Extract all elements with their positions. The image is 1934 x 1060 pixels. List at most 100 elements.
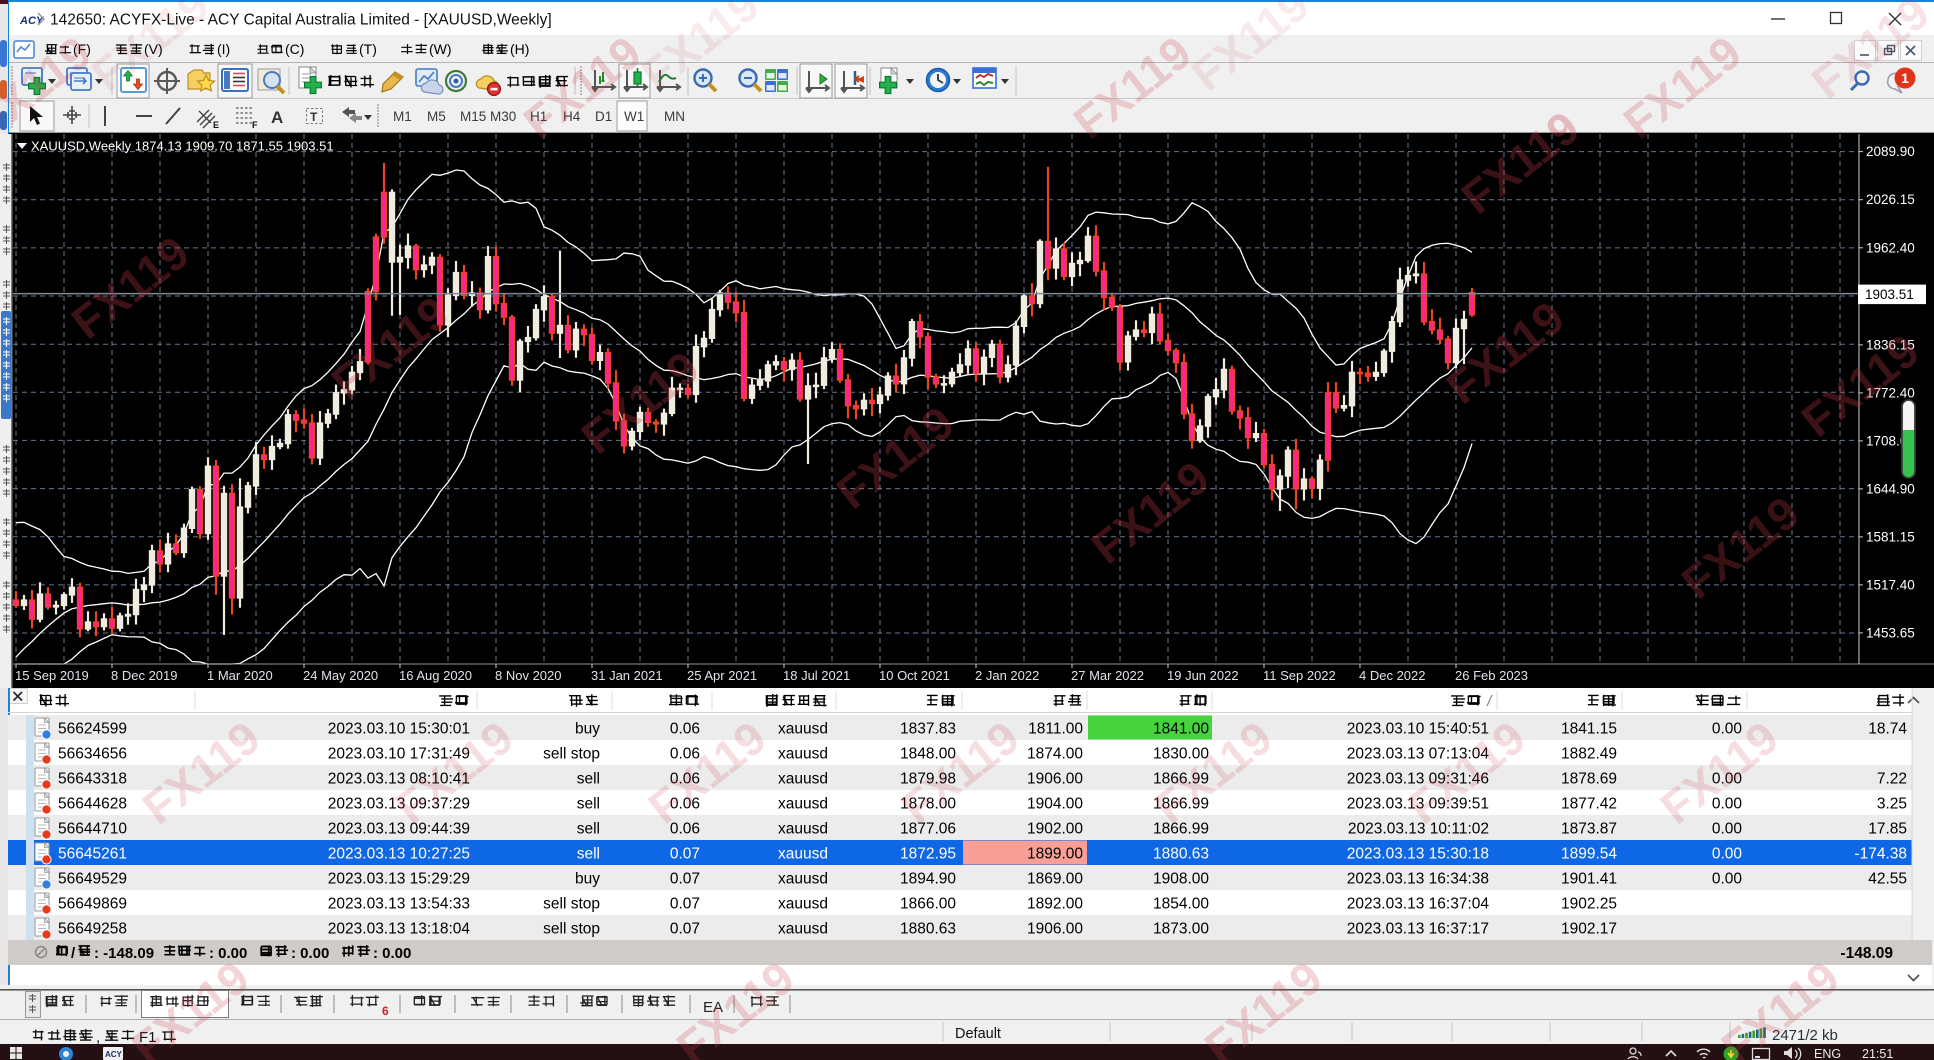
svg-text:ACY: ACY xyxy=(105,1050,123,1059)
svg-text:(W): (W) xyxy=(429,41,452,57)
svg-text:25 Apr 2021: 25 Apr 2021 xyxy=(687,668,757,683)
svg-text:E: E xyxy=(213,120,219,130)
svg-text:2023.03.13 13:18:04: 2023.03.13 13:18:04 xyxy=(328,921,471,938)
svg-text:2023.03.13 16:34:38: 2023.03.13 16:34:38 xyxy=(1347,871,1489,888)
svg-text:1877.42: 1877.42 xyxy=(1561,796,1617,813)
svg-text:15 Sep 2019: 15 Sep 2019 xyxy=(15,668,89,683)
svg-text:56643318: 56643318 xyxy=(58,771,127,788)
svg-text:1453.65: 1453.65 xyxy=(1866,625,1915,640)
svg-text:1908.00: 1908.00 xyxy=(1153,871,1209,888)
svg-text:56624599: 56624599 xyxy=(58,721,127,738)
svg-text:(C): (C) xyxy=(285,41,304,57)
svg-text:1882.49: 1882.49 xyxy=(1561,746,1617,763)
svg-text:Default: Default xyxy=(955,1026,1001,1042)
svg-text:sell: sell xyxy=(577,796,600,813)
svg-text:1841.15: 1841.15 xyxy=(1561,721,1617,738)
svg-text:0.06: 0.06 xyxy=(670,721,700,738)
svg-text:1872.95: 1872.95 xyxy=(900,846,956,863)
svg-text:2 Jan 2022: 2 Jan 2022 xyxy=(975,668,1039,683)
svg-text:1880.63: 1880.63 xyxy=(900,921,956,938)
svg-text:8 Nov 2020: 8 Nov 2020 xyxy=(495,668,562,683)
svg-text:sell: sell xyxy=(577,771,600,788)
svg-text:xauusd: xauusd xyxy=(778,721,828,738)
svg-text:2023.03.13 16:37:04: 2023.03.13 16:37:04 xyxy=(1347,896,1490,913)
svg-text:4 Dec 2022: 4 Dec 2022 xyxy=(1359,668,1426,683)
svg-text:xauusd: xauusd xyxy=(778,846,828,863)
svg-text:1904.00: 1904.00 xyxy=(1027,796,1083,813)
svg-text:31 Jan 2021: 31 Jan 2021 xyxy=(591,668,663,683)
svg-text:2026.15: 2026.15 xyxy=(1866,192,1915,207)
svg-text:M30: M30 xyxy=(490,109,516,124)
svg-text:1644.90: 1644.90 xyxy=(1866,481,1915,496)
svg-text:7.22: 7.22 xyxy=(1877,771,1907,788)
svg-text:D1: D1 xyxy=(595,109,612,124)
svg-text:2023.03.13 09:44:39: 2023.03.13 09:44:39 xyxy=(328,821,470,838)
svg-text:buy: buy xyxy=(575,871,600,888)
svg-text:sell: sell xyxy=(577,821,600,838)
svg-text:42.55: 42.55 xyxy=(1868,871,1907,888)
svg-text:16 Aug 2020: 16 Aug 2020 xyxy=(399,668,472,683)
svg-text:1906.00: 1906.00 xyxy=(1027,771,1083,788)
svg-text:56645261: 56645261 xyxy=(58,846,127,863)
svg-text:: -148.09: : -148.09 xyxy=(94,945,154,962)
svg-text:19 Jun 2022: 19 Jun 2022 xyxy=(1167,668,1239,683)
svg-text:10 Oct 2021: 10 Oct 2021 xyxy=(879,668,950,683)
svg-text:56634656: 56634656 xyxy=(58,746,127,763)
svg-text:xauusd: xauusd xyxy=(778,871,828,888)
svg-text:xauusd: xauusd xyxy=(778,821,828,838)
svg-text:21:51: 21:51 xyxy=(1862,1047,1893,1060)
svg-text:17.85: 17.85 xyxy=(1868,821,1907,838)
svg-text:1866.00: 1866.00 xyxy=(900,896,956,913)
svg-text:0.07: 0.07 xyxy=(670,896,700,913)
svg-text:F: F xyxy=(252,120,258,130)
svg-text:1880.63: 1880.63 xyxy=(1153,846,1209,863)
svg-text:-148.09: -148.09 xyxy=(1840,945,1893,962)
svg-text:1 Mar 2020: 1 Mar 2020 xyxy=(207,668,273,683)
svg-text:(H): (H) xyxy=(510,41,529,57)
svg-text:XAUUSD,Weekly 1874.13 1909.70: XAUUSD,Weekly 1874.13 1909.70 1871.55 19… xyxy=(31,139,334,154)
svg-text:1902.00: 1902.00 xyxy=(1027,821,1083,838)
svg-text:sell stop: sell stop xyxy=(543,896,600,913)
svg-text:ENG: ENG xyxy=(1814,1047,1841,1060)
svg-text:xauusd: xauusd xyxy=(778,746,828,763)
svg-text:sell: sell xyxy=(577,846,600,863)
svg-text:2089.90: 2089.90 xyxy=(1866,144,1915,159)
svg-text:A: A xyxy=(271,108,283,127)
svg-text:1873.00: 1873.00 xyxy=(1153,921,1209,938)
svg-text:1892.00: 1892.00 xyxy=(1027,896,1083,913)
svg-text:0.00: 0.00 xyxy=(1712,871,1743,888)
svg-text:T: T xyxy=(310,110,318,124)
svg-text:1581.15: 1581.15 xyxy=(1866,529,1915,544)
svg-text:8 Dec 2019: 8 Dec 2019 xyxy=(111,668,178,683)
svg-text:0.07: 0.07 xyxy=(670,846,700,863)
svg-text:,: , xyxy=(96,1029,100,1046)
svg-text:: 0.00: : 0.00 xyxy=(373,945,411,962)
svg-text:sell stop: sell stop xyxy=(543,921,600,938)
svg-text:M15: M15 xyxy=(460,109,486,124)
svg-text:0.00: 0.00 xyxy=(1712,821,1743,838)
svg-text:2023.03.13 15:30:18: 2023.03.13 15:30:18 xyxy=(1347,846,1489,863)
svg-text:1962.40: 1962.40 xyxy=(1866,240,1915,255)
svg-text:2023.03.10 15:40:51: 2023.03.10 15:40:51 xyxy=(1347,721,1489,738)
svg-text:2023.03.10 15:30:01: 2023.03.10 15:30:01 xyxy=(328,721,470,738)
svg-text:1906.00: 1906.00 xyxy=(1027,921,1083,938)
svg-text:1894.90: 1894.90 xyxy=(900,871,956,888)
svg-text:xauusd: xauusd xyxy=(778,796,828,813)
svg-text:0.07: 0.07 xyxy=(670,871,700,888)
svg-text:1837.83: 1837.83 xyxy=(900,721,956,738)
svg-text:1: 1 xyxy=(1901,70,1909,86)
svg-text:W1: W1 xyxy=(624,109,644,124)
svg-text:56644628: 56644628 xyxy=(58,796,127,813)
svg-text:: 0.00: : 0.00 xyxy=(291,945,329,962)
svg-text:buy: buy xyxy=(575,721,600,738)
svg-text:M5: M5 xyxy=(427,109,446,124)
svg-text:1899.00: 1899.00 xyxy=(1027,846,1083,863)
svg-text:(T): (T) xyxy=(359,41,377,57)
svg-text:1517.40: 1517.40 xyxy=(1866,577,1915,592)
svg-text:3.25: 3.25 xyxy=(1877,796,1907,813)
svg-text:1902.25: 1902.25 xyxy=(1561,896,1617,913)
svg-text:1811.00: 1811.00 xyxy=(1028,721,1083,738)
svg-text:18 Jul 2021: 18 Jul 2021 xyxy=(783,668,850,683)
svg-text:1841.00: 1841.00 xyxy=(1153,721,1209,738)
svg-text:sell stop: sell stop xyxy=(543,746,600,763)
